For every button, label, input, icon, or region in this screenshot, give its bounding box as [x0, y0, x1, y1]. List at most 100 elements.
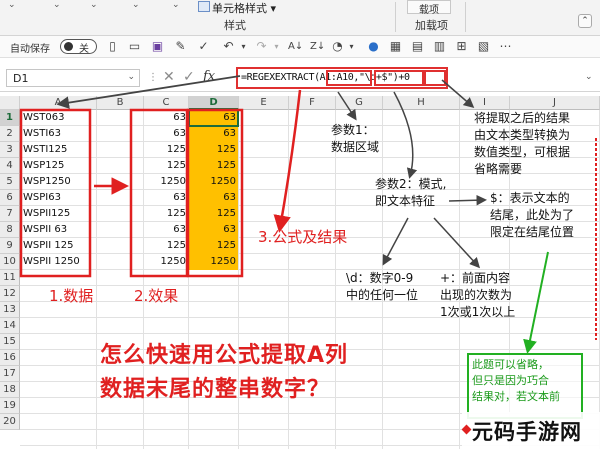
chevron-down-icon[interactable]: ⌄ — [127, 72, 135, 82]
shapes-icon[interactable]: ◔ — [330, 39, 345, 54]
chart-icon[interactable]: ▥ — [432, 39, 447, 54]
check-icon[interactable]: ✓ — [196, 39, 211, 54]
row-header-7[interactable]: 7 — [0, 206, 20, 222]
column-header-a[interactable]: A — [20, 96, 97, 110]
row-header-5[interactable]: 5 — [0, 174, 20, 190]
column-header-c[interactable]: C — [144, 96, 189, 110]
table-icon[interactable]: ▤ — [410, 39, 425, 54]
chevron-down-icon[interactable]: ⌄ — [172, 0, 180, 10]
column-header-b[interactable]: B — [97, 96, 144, 110]
chevron-down-icon[interactable]: ⌄ — [53, 0, 61, 10]
format-icon[interactable]: ▧ — [476, 39, 491, 54]
cell-a3[interactable]: WSTI125 — [20, 142, 97, 158]
cell-d9[interactable]: 125 — [189, 238, 239, 254]
cell-a5[interactable]: WSP1250 — [20, 174, 97, 190]
chevron-down-icon[interactable]: ⌄ — [132, 0, 140, 10]
addin-button[interactable]: 载项 — [407, 0, 451, 16]
sort-asc-icon[interactable]: A↓ — [288, 39, 303, 54]
cell-d2[interactable]: 63 — [189, 126, 239, 142]
cell-c8[interactable]: 63 — [144, 222, 189, 238]
row-header-8[interactable]: 8 — [0, 222, 20, 238]
row-header-16[interactable]: 16 — [0, 350, 20, 366]
more-icon[interactable]: ⋯ — [498, 39, 513, 54]
chevron-down-icon[interactable]: ⌄ — [90, 0, 98, 10]
cell-c6[interactable]: 63 — [144, 190, 189, 206]
row-header-13[interactable]: 13 — [0, 302, 20, 318]
row-header-3[interactable]: 3 — [0, 142, 20, 158]
insert-function-icon[interactable]: fx — [203, 69, 215, 84]
sort-desc-icon[interactable]: Z↓ — [310, 39, 325, 54]
formula-suffix-highlight — [424, 70, 446, 86]
cell-a9[interactable]: WSPII 125 — [20, 238, 97, 254]
row-header-17[interactable]: 17 — [0, 366, 20, 382]
cell-d3[interactable]: 125 — [189, 142, 239, 158]
cell-d4[interactable]: 125 — [189, 158, 239, 174]
active-cell-border — [188, 109, 239, 127]
color-icon[interactable]: ● — [366, 39, 381, 54]
cell-c9[interactable]: 125 — [144, 238, 189, 254]
cell-a6[interactable]: WSPI63 — [20, 190, 97, 206]
column-header-g[interactable]: G — [336, 96, 383, 110]
cell-c7[interactable]: 125 — [144, 206, 189, 222]
cell-c3[interactable]: 125 — [144, 142, 189, 158]
row-header-20[interactable]: 20 — [0, 414, 20, 430]
column-header-d[interactable]: D — [189, 96, 239, 110]
open-folder-icon[interactable]: ▭ — [127, 39, 142, 54]
row-header-15[interactable]: 15 — [0, 334, 20, 350]
cell-d7[interactable]: 125 — [189, 206, 239, 222]
row-header-9[interactable]: 9 — [0, 238, 20, 254]
chevron-down-icon[interactable]: ▾ — [344, 39, 359, 54]
row-header-10[interactable]: 10 — [0, 254, 20, 270]
redo-icon[interactable]: ↷ — [254, 39, 269, 54]
autosave-toggle[interactable]: 关 — [60, 39, 97, 55]
row-header-11[interactable]: 11 — [0, 270, 20, 286]
row-header-18[interactable]: 18 — [0, 382, 20, 398]
cell-c2[interactable]: 63 — [144, 126, 189, 142]
cell-d10[interactable]: 1250 — [189, 254, 239, 270]
collapse-ribbon-button[interactable]: ⌃ — [578, 14, 592, 28]
cell-a7[interactable]: WSPII125 — [20, 206, 97, 222]
undo-icon[interactable]: ↶ — [221, 39, 236, 54]
cell-d6[interactable]: 63 — [189, 190, 239, 206]
column-header-e[interactable]: E — [239, 96, 289, 110]
cell-c5[interactable]: 1250 — [144, 174, 189, 190]
cell-d8[interactable]: 63 — [189, 222, 239, 238]
new-file-icon[interactable]: ▯ — [105, 39, 120, 54]
enter-icon[interactable]: ✓ — [183, 69, 195, 85]
row-header-4[interactable]: 4 — [0, 158, 20, 174]
edit-icon[interactable]: ✎ — [173, 39, 188, 54]
cell-d5[interactable]: 1250 — [189, 174, 239, 190]
cell-a2[interactable]: WSTI63 — [20, 126, 97, 142]
row-header-12[interactable]: 12 — [0, 286, 20, 302]
row-header-19[interactable]: 19 — [0, 398, 20, 414]
row-header-6[interactable]: 6 — [0, 190, 20, 206]
cell-c10[interactable]: 1250 — [144, 254, 189, 270]
grid-icon[interactable]: ⊞ — [454, 39, 469, 54]
addin-button-label: 载项 — [419, 5, 439, 16]
cell-c4[interactable]: 125 — [144, 158, 189, 174]
chevron-down-icon[interactable]: ⌄ — [8, 0, 16, 10]
row-header-2[interactable]: 2 — [0, 126, 20, 142]
cancel-icon[interactable]: ✕ — [163, 69, 175, 85]
cell-a4[interactable]: WSP125 — [20, 158, 97, 174]
style-group-label: 样式 — [224, 19, 246, 32]
column-header-i[interactable]: I — [460, 96, 510, 110]
name-box[interactable]: D1 ⌄ — [6, 69, 140, 87]
select-all-button[interactable] — [0, 96, 20, 110]
save-icon[interactable]: ▣ — [150, 39, 165, 54]
cell-style-button[interactable]: 单元格样式 ▾ — [212, 0, 276, 16]
cell-a10[interactable]: WSPII 1250 — [20, 254, 97, 270]
column-header-f[interactable]: F — [289, 96, 336, 110]
expand-formula-bar-icon[interactable]: ⌄ — [585, 72, 593, 82]
column-header-j[interactable]: J — [510, 96, 600, 110]
chevron-down-icon[interactable]: ▾ — [236, 39, 251, 54]
cell-c1[interactable]: 63 — [144, 110, 189, 126]
row-header-14[interactable]: 14 — [0, 318, 20, 334]
row-header-1[interactable]: 1 — [0, 110, 20, 126]
cell-a8[interactable]: WSPII 63 — [20, 222, 97, 238]
chevron-down-icon[interactable]: ▾ — [269, 39, 284, 54]
image-icon[interactable]: ▦ — [388, 39, 403, 54]
formula-input[interactable]: =REGEXEXTRACT(A1:A10,"\d+$")+0 — [236, 67, 448, 89]
column-header-h[interactable]: H — [383, 96, 460, 110]
cell-a1[interactable]: WST063 — [20, 110, 97, 126]
